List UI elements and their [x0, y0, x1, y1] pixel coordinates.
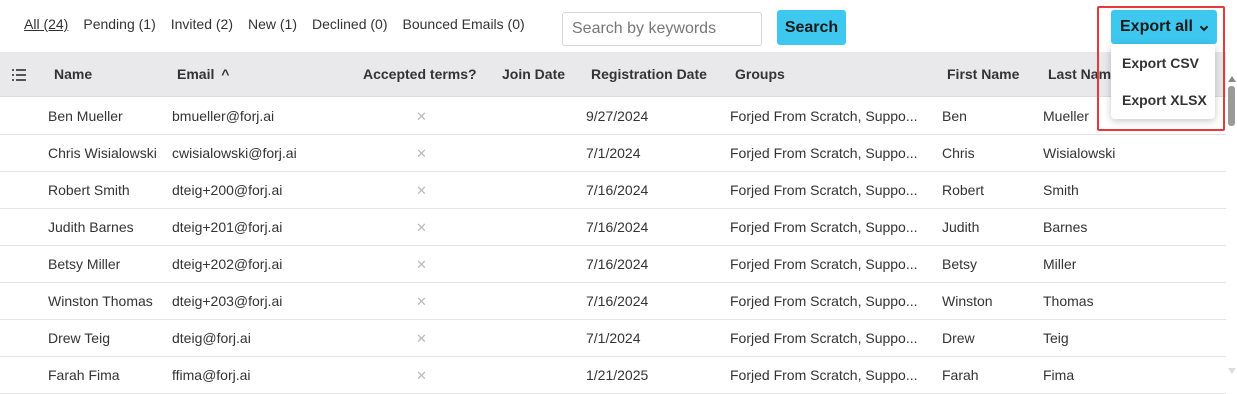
cell-first-name: Robert [942, 182, 985, 198]
cell-name: Winston Thomas [48, 293, 153, 309]
table-row[interactable]: Betsy Miller dteig+202@forj.ai ✕ 7/16/2024 F… [0, 246, 1226, 283]
scroll-up-arrow-icon[interactable] [1228, 76, 1236, 82]
table-row[interactable]: Ben Mueller bmueller@forj.ai ✕ 9/27/2024 For… [0, 98, 1226, 135]
cell-groups: Forjed From Scratch, Suppo... [730, 367, 918, 383]
menu-item-export-xlsx[interactable]: Export XLSX [1122, 92, 1207, 108]
x-icon: ✕ [416, 220, 427, 235]
search-input[interactable] [562, 12, 762, 46]
cell-registration-date: 7/16/2024 [586, 182, 649, 198]
cell-name: Farah Fima [48, 367, 120, 383]
column-header-accepted-terms[interactable]: Accepted terms? [363, 52, 477, 97]
cell-name: Betsy Miller [48, 256, 121, 272]
cell-last-name: Teig [1043, 330, 1069, 346]
column-header-join-date[interactable]: Join Date [502, 52, 565, 97]
table-header: Name Email ^ Accepted terms? Join Date R… [0, 52, 1226, 97]
export-all-button[interactable]: Export all [1111, 10, 1217, 44]
column-header-groups[interactable]: Groups [735, 52, 785, 97]
column-header-registration-date[interactable]: Registration Date [591, 52, 707, 97]
x-icon: ✕ [416, 331, 427, 346]
cell-first-name: Winston [942, 293, 993, 309]
filter-tab-invited[interactable]: Invited (2) [171, 16, 233, 32]
cell-name: Judith Barnes [48, 219, 134, 235]
cell-email: bmueller@forj.ai [172, 108, 275, 124]
table-row[interactable]: Drew Teig dteig@forj.ai ✕ 7/1/2024 Forjed Fr… [0, 320, 1226, 357]
x-icon: ✕ [416, 183, 427, 198]
cell-registration-date: 7/16/2024 [586, 256, 649, 272]
cell-last-name: Wisialowski [1043, 145, 1116, 161]
cell-groups: Forjed From Scratch, Suppo... [730, 256, 918, 272]
cell-email: dteig+201@forj.ai [172, 219, 283, 235]
x-icon: ✕ [416, 109, 427, 124]
cell-email: ffima@forj.ai [172, 367, 251, 383]
scrollbar-thumb[interactable] [1228, 86, 1235, 126]
cell-name: Ben Mueller [48, 108, 123, 124]
cell-first-name: Drew [942, 330, 975, 346]
cell-email: cwisialowski@forj.ai [172, 145, 297, 161]
sort-ascending-icon: ^ [221, 66, 230, 82]
table-row[interactable]: Farah Fima ffima@forj.ai ✕ 1/21/2025 Forjed … [0, 357, 1226, 394]
filter-tab-new[interactable]: New (1) [248, 16, 297, 32]
column-header-first-name[interactable]: First Name [947, 52, 1019, 97]
toolbar: All (24) Pending (1) Invited (2) New (1)… [0, 0, 1237, 52]
cell-name: Drew Teig [48, 330, 110, 346]
x-icon: ✕ [416, 368, 427, 383]
cell-registration-date: 7/1/2024 [586, 330, 641, 346]
cell-groups: Forjed From Scratch, Suppo... [730, 330, 918, 346]
list-settings-icon[interactable] [12, 69, 26, 81]
status-filter-tabs: All (24) Pending (1) Invited (2) New (1)… [24, 16, 540, 32]
column-header-email-label: Email [177, 66, 215, 82]
scroll-down-arrow-icon[interactable] [1228, 368, 1236, 374]
column-header-email[interactable]: Email ^ [177, 52, 229, 97]
filter-tab-declined[interactable]: Declined (0) [312, 16, 387, 32]
table-row[interactable]: Judith Barnes dteig+201@forj.ai ✕ 7/16/2024… [0, 209, 1226, 246]
cell-name: Chris Wisialowski [48, 145, 157, 161]
cell-groups: Forjed From Scratch, Suppo... [730, 219, 918, 235]
cell-registration-date: 7/16/2024 [586, 293, 649, 309]
cell-first-name: Betsy [942, 256, 978, 272]
cell-email: dteig+200@forj.ai [172, 182, 283, 198]
cell-last-name: Mueller [1043, 108, 1089, 124]
export-all-label: Export all [1120, 18, 1193, 35]
menu-item-export-csv[interactable]: Export CSV [1122, 55, 1199, 71]
x-icon: ✕ [416, 257, 427, 272]
cell-registration-date: 7/16/2024 [586, 219, 649, 235]
cell-email: dteig+203@forj.ai [172, 293, 283, 309]
filter-tab-all[interactable]: All (24) [24, 16, 68, 32]
cell-email: dteig+202@forj.ai [172, 256, 283, 272]
cell-first-name: Chris [942, 145, 975, 161]
cell-email: dteig@forj.ai [172, 330, 251, 346]
column-header-name[interactable]: Name [54, 52, 92, 97]
cell-first-name: Judith [942, 219, 980, 235]
cell-last-name: Fima [1043, 367, 1075, 383]
cell-groups: Forjed From Scratch, Suppo... [730, 182, 918, 198]
search-button[interactable]: Search [777, 10, 846, 45]
filter-tab-pending[interactable]: Pending (1) [83, 16, 155, 32]
cell-groups: Forjed From Scratch, Suppo... [730, 145, 918, 161]
cell-last-name: Thomas [1043, 293, 1094, 309]
cell-first-name: Farah [942, 367, 979, 383]
x-icon: ✕ [416, 294, 427, 309]
cell-last-name: Smith [1043, 182, 1079, 198]
cell-registration-date: 7/1/2024 [586, 145, 641, 161]
table-row[interactable]: Robert Smith dteig+200@forj.ai ✕ 7/16/2024 F… [0, 172, 1226, 209]
table-row[interactable]: Winston Thomas dteig+203@forj.ai ✕ 7/16/202… [0, 283, 1226, 320]
table-row[interactable]: Chris Wisialowski cwisialowski@forj.ai ✕ 7/… [0, 135, 1226, 172]
cell-groups: Forjed From Scratch, Suppo... [730, 293, 918, 309]
cell-last-name: Barnes [1043, 219, 1088, 235]
cell-first-name: Ben [942, 108, 967, 124]
cell-name: Robert Smith [48, 182, 130, 198]
cell-groups: Forjed From Scratch, Suppo... [730, 108, 918, 124]
chevron-down-icon [1199, 22, 1209, 32]
filter-tab-bounced[interactable]: Bounced Emails (0) [403, 16, 525, 32]
cell-registration-date: 9/27/2024 [586, 108, 649, 124]
export-dropdown-menu: Export CSV Export XLSX [1111, 44, 1215, 119]
table-body: Ben Mueller bmueller@forj.ai ✕ 9/27/2024 For… [0, 98, 1226, 394]
cell-last-name: Miller [1043, 256, 1077, 272]
x-icon: ✕ [416, 146, 427, 161]
cell-registration-date: 1/21/2025 [586, 367, 649, 383]
